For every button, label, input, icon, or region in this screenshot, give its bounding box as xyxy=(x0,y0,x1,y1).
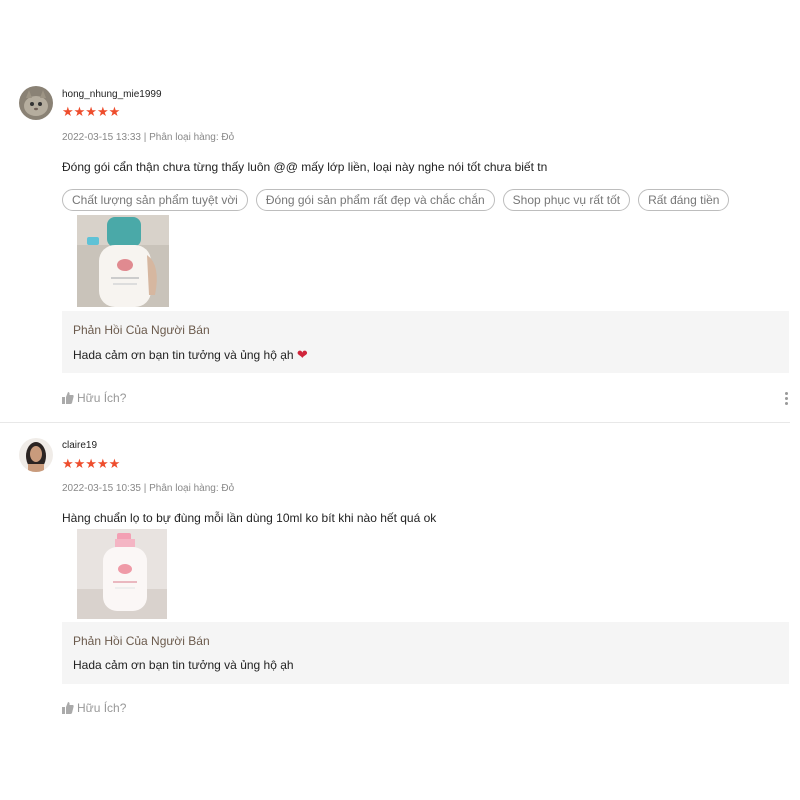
reply-text: Hada cảm ơn bạn tin tưởng và ủng hộ ạh xyxy=(73,348,294,362)
heart-icon: ❤ xyxy=(296,347,308,362)
seller-reply: Phản Hồi Của Người Bán Hada cảm ơn bạn t… xyxy=(62,311,789,373)
seller-reply: Phản Hồi Của Người Bán Hada cảm ơn bạn t… xyxy=(62,622,789,684)
helpful-button[interactable]: Hữu Ích? xyxy=(62,391,126,405)
thumbs-up-icon xyxy=(62,392,74,404)
review-photo[interactable] xyxy=(77,215,169,307)
review-comment: Hàng chuẩn lọ to bự đùng mỗi lần dùng 10… xyxy=(62,511,437,525)
helpful-button[interactable]: Hữu Ích? xyxy=(62,701,126,715)
review-tags: Chất lượng sản phẩm tuyệt vời Đóng gói s… xyxy=(62,189,730,211)
reply-text-row: Hada cảm ơn bạn tin tưởng và ủng hộ ạh ❤ xyxy=(73,347,308,363)
review-tag: Chất lượng sản phẩm tuyệt vời xyxy=(62,189,248,211)
review-tag: Rất đáng tiền xyxy=(638,189,730,211)
review-photo[interactable] xyxy=(77,529,167,619)
review-divider xyxy=(0,422,790,423)
review-meta: 2022-03-15 13:33 | Phân loại hàng: Đỏ xyxy=(62,132,235,143)
review-tag: Đóng gói sản phẩm rất đẹp và chắc chắn xyxy=(255,189,495,211)
helpful-label: Hữu Ích? xyxy=(77,391,127,405)
username[interactable]: claire19 xyxy=(62,440,97,451)
user-avatar[interactable] xyxy=(19,438,53,472)
thumbs-up-icon xyxy=(62,702,74,714)
user-avatar[interactable] xyxy=(19,86,53,120)
review-tag: Shop phục vụ rất tốt xyxy=(502,189,631,211)
star-rating: ★★★★★ xyxy=(62,456,121,471)
helpful-label: Hữu Ích? xyxy=(77,701,127,715)
username[interactable]: hong_nhung_mie1999 xyxy=(62,89,162,100)
reply-title: Phản Hồi Của Người Bán xyxy=(73,634,210,648)
review-meta: 2022-03-15 10:35 | Phân loại hàng: Đỏ xyxy=(62,483,235,494)
review-comment: Đóng gói cẩn thận chưa từng thấy luôn @@… xyxy=(62,160,548,174)
star-rating: ★★★★★ xyxy=(62,104,121,119)
reply-title: Phản Hồi Của Người Bán xyxy=(73,323,210,337)
reply-text: Hada cảm ơn bạn tin tưởng và ủng hộ ạh xyxy=(73,658,294,672)
more-vertical-icon[interactable] xyxy=(785,392,789,407)
